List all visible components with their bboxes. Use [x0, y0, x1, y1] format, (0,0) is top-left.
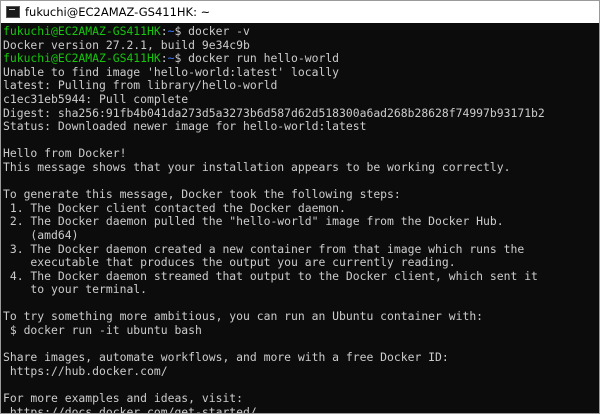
output-line: latest: Pulling from library/hello-world — [3, 78, 278, 93]
output-line: To generate this message, Docker took th… — [3, 187, 401, 202]
prompt-separator: : — [160, 51, 168, 66]
output-line: To try something more ambitious, you can… — [3, 309, 484, 324]
output-line: Hello from Docker! — [3, 146, 127, 161]
output-line: Docker version 27.2.1, build 9e34c9b — [3, 37, 250, 52]
output-line: executable that produces the output you … — [3, 255, 456, 270]
terminal-output[interactable]: fukuchi@EC2AMAZ-GS411HK:~$ docker -v Dock… — [1, 23, 599, 413]
terminal-window: fukuchi@EC2AMAZ-GS411HK: ~ fukuchi@EC2AM… — [0, 0, 600, 414]
output-line: Digest: sha256:91fb4b041da273d5a3273b6d5… — [3, 105, 545, 120]
output-line: This message shows that your installatio… — [3, 159, 511, 174]
output-line: (amd64) — [3, 227, 79, 242]
prompt-line: fukuchi@EC2AMAZ-GS411HK:~$ docker run he… — [3, 51, 599, 66]
terminal-icon — [6, 6, 20, 18]
output-line: 4. The Docker daemon streamed that outpu… — [3, 268, 538, 283]
command-text: docker run hello-world — [188, 51, 340, 66]
output-line: Status: Downloaded newer image for hello… — [3, 119, 367, 134]
output-line: https://hub.docker.com/ — [3, 363, 168, 378]
prompt-separator: : — [160, 24, 168, 38]
title-bar[interactable]: fukuchi@EC2AMAZ-GS411HK: ~ — [1, 1, 599, 23]
output-line: $ docker run -it ubuntu bash — [3, 323, 202, 338]
output-line: to your terminal. — [3, 282, 148, 297]
output-line: Unable to find image 'hello-world:latest… — [3, 64, 340, 79]
output-line: For more examples and ideas, visit: — [3, 391, 244, 406]
output-line: 3. The Docker daemon created a new conta… — [3, 241, 525, 256]
output-line: 2. The Docker daemon pulled the "hello-w… — [3, 214, 504, 229]
window-title: fukuchi@EC2AMAZ-GS411HK: ~ — [25, 5, 211, 19]
prompt-line: fukuchi@EC2AMAZ-GS411HK:~$ docker -v — [3, 24, 599, 39]
prompt-user: fukuchi@EC2AMAZ-GS411HK — [3, 51, 161, 66]
output-line: 1. The Docker client contacted the Docke… — [3, 200, 346, 215]
prompt-symbol: $ — [174, 51, 189, 66]
command-text: docker -v — [188, 24, 250, 38]
prompt-user: fukuchi@EC2AMAZ-GS411HK — [3, 24, 161, 38]
output-line: https://docs.docker.com/get-started/ — [3, 404, 257, 413]
output-line: Share images, automate workflows, and mo… — [3, 350, 449, 365]
output-line: c1ec31eb5944: Pull complete — [3, 91, 189, 106]
prompt-symbol: $ — [174, 24, 189, 38]
